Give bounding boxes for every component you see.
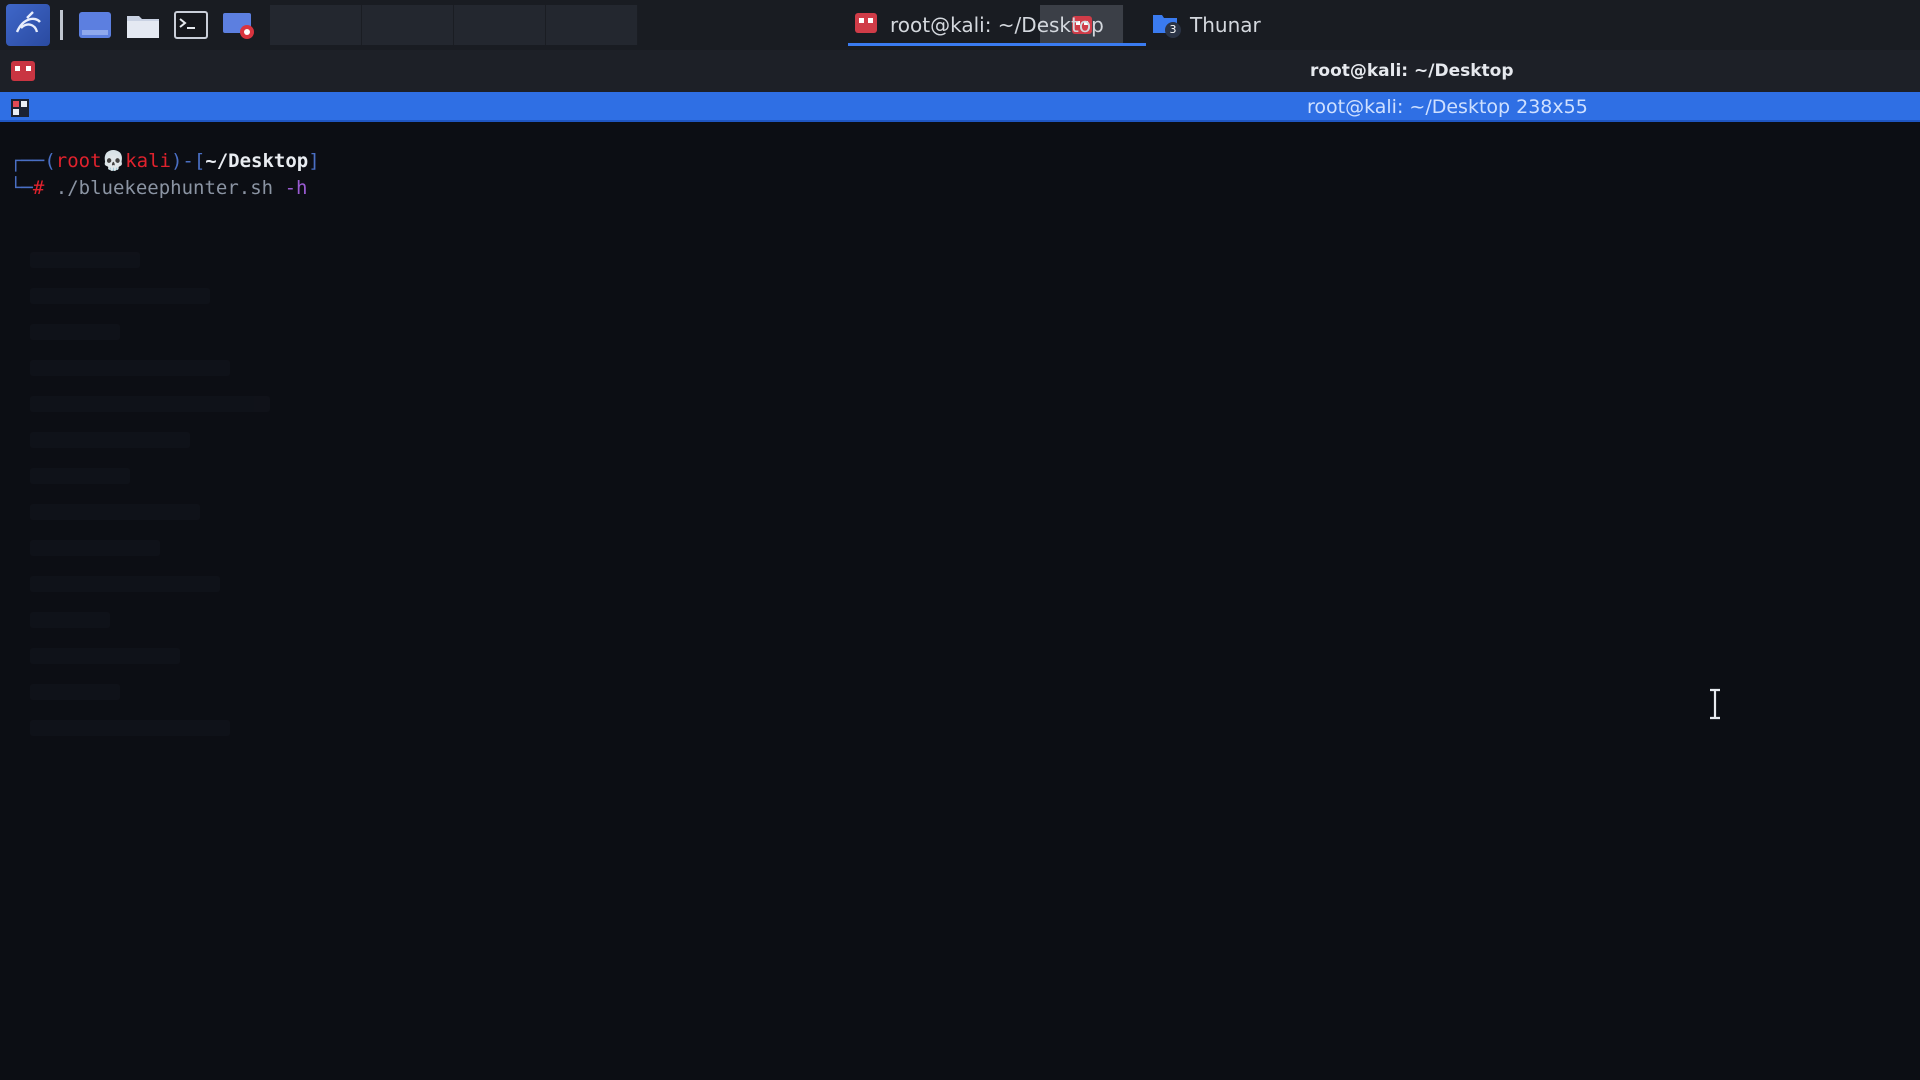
- prompt-symbol: #: [32, 177, 45, 199]
- kali-menu-button[interactable]: [6, 4, 50, 46]
- terminal-button[interactable]: [169, 5, 213, 45]
- command-flag: -h: [273, 177, 308, 199]
- prompt-frame: )-[: [170, 150, 206, 172]
- prompt-path: ~/Desktop: [205, 150, 309, 172]
- prompt-user: root: [55, 150, 102, 172]
- window-title: root@kali: ~/Desktop: [1310, 61, 1514, 81]
- task-label: root@kali: ~/Desktop: [890, 13, 1104, 37]
- prompt-frame: └─: [10, 177, 33, 199]
- prompt-line: ┌──(root💀kali)-[~/Desktop]: [10, 148, 320, 174]
- terminal-titlebar[interactable]: root@kali: ~/Desktop: [0, 50, 1920, 92]
- panel-separator: [60, 10, 63, 40]
- screen-recorder-button[interactable]: [217, 5, 261, 45]
- file-manager-button[interactable]: [121, 5, 165, 45]
- terminal-tab-bar: root@kali: ~/Desktop 238x55: [0, 92, 1920, 122]
- terminal-window-icon[interactable]: [10, 60, 36, 86]
- terminal-icon: [174, 11, 208, 39]
- file-manager-icon: [127, 16, 159, 38]
- task-thunar[interactable]: 3 Thunar: [1146, 0, 1275, 50]
- terminal-output[interactable]: ┌──(root💀kali)-[~/Desktop] └─# ./bluekee…: [0, 122, 1920, 1080]
- screen-recorder-icon: [223, 13, 254, 39]
- task-terminal[interactable]: root@kali: ~/Desktop: [848, 0, 1146, 50]
- workspace-2[interactable]: [362, 5, 454, 45]
- prompt-frame: ]: [308, 150, 320, 172]
- folder-icon: 3: [1152, 12, 1181, 39]
- terminal-window-icon: [854, 12, 878, 39]
- window-count-badge: 3: [1165, 21, 1181, 38]
- workspace-3[interactable]: [454, 5, 546, 45]
- kali-menu-icon: [6, 4, 50, 46]
- task-label: Thunar: [1190, 13, 1261, 37]
- show-desktop-button[interactable]: [73, 5, 117, 45]
- split-view-icon[interactable]: [10, 98, 30, 122]
- prompt-frame: ┌──(: [10, 150, 56, 172]
- prompt-host: kali: [125, 150, 171, 172]
- workspace-1[interactable]: [270, 5, 362, 45]
- background-window-ghost: [10, 232, 340, 912]
- skull-icon: 💀: [101, 150, 126, 172]
- launcher-bar: [0, 0, 284, 50]
- workspace-4[interactable]: [546, 5, 638, 45]
- command-text: ./bluekeephunter.sh: [44, 177, 274, 199]
- show-desktop-icon: [79, 12, 111, 38]
- command-line: └─# ./bluekeephunter.sh -h: [10, 175, 307, 201]
- text-cursor-icon: [1710, 688, 1720, 720]
- top-panel: root@kali: ~/Desktop 3 Thunar: [0, 0, 1920, 50]
- tab-title[interactable]: root@kali: ~/Desktop 238x55: [1307, 96, 1588, 118]
- task-list: root@kali: ~/Desktop 3 Thunar: [848, 0, 1275, 50]
